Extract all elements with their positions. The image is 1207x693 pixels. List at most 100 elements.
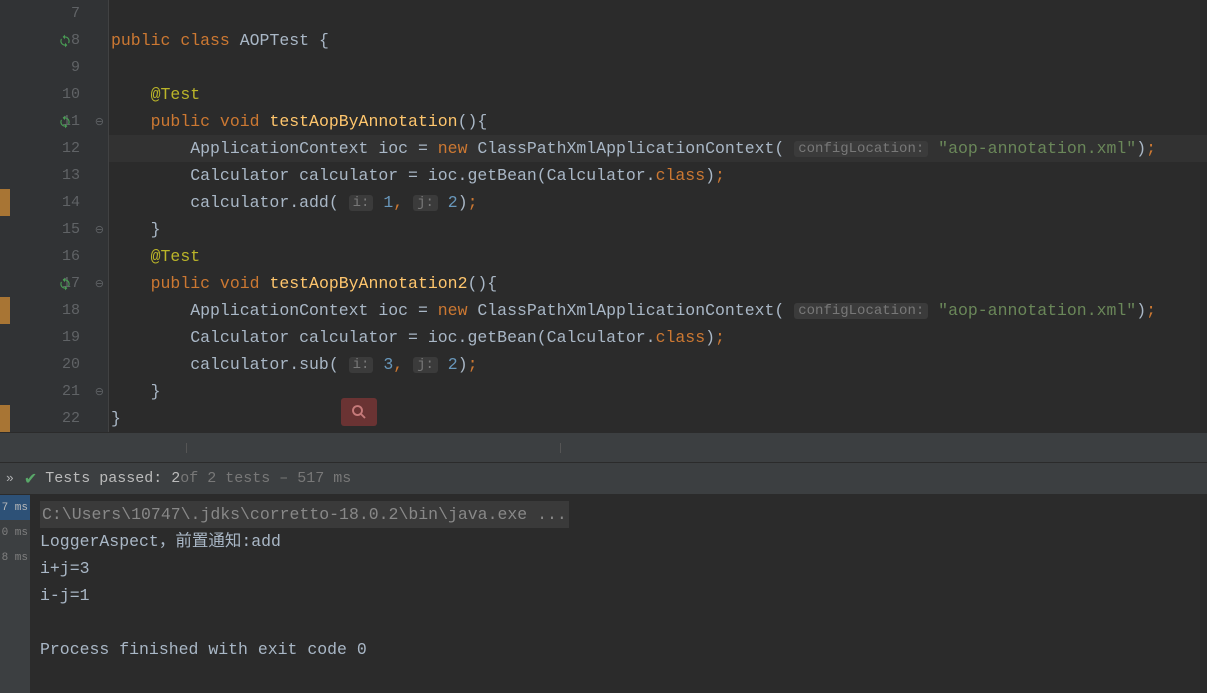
code-token: j: [413, 357, 438, 373]
code-token: ) [705, 166, 715, 185]
code-token: ; [468, 355, 478, 374]
search-icon[interactable] [341, 398, 377, 426]
code-line[interactable]: calculator.sub( i: 3, j: 2); [109, 351, 1207, 378]
code-token: class [656, 328, 706, 347]
code-token: public [151, 274, 220, 293]
console-cmd-line: C:\Users\10747\.jdks\corretto-18.0.2\bin… [40, 501, 1197, 528]
line-number: 15 [50, 221, 80, 238]
code-line[interactable]: Calculator calculator = ioc.getBean(Calc… [109, 162, 1207, 189]
gutter-row[interactable]: 20 [0, 351, 108, 378]
gutter-row[interactable]: 21⊖ [0, 378, 108, 405]
code-line[interactable]: } [109, 405, 1207, 432]
code-line[interactable]: } [109, 378, 1207, 405]
code-token: public [151, 112, 220, 131]
gutter-row[interactable]: 17⊖ [0, 270, 108, 297]
run-test-icon[interactable] [58, 34, 72, 48]
gutter-row[interactable]: 12 [0, 135, 108, 162]
code-token: calculator.add( [111, 193, 349, 212]
test-time-cell[interactable]: 7 ms [0, 495, 30, 520]
code-token: 2 [448, 193, 458, 212]
run-test-icon[interactable] [58, 277, 72, 291]
console-content[interactable]: C:\Users\10747\.jdks\corretto-18.0.2\bin… [30, 495, 1207, 693]
code-line[interactable] [109, 0, 1207, 27]
code-line[interactable]: ApplicationContext ioc = new ClassPathXm… [109, 297, 1207, 324]
code-token [403, 193, 413, 212]
code-token: AOPTest [240, 31, 319, 50]
code-line[interactable]: public class AOPTest { [109, 27, 1207, 54]
gutter-row[interactable]: 19 [0, 324, 108, 351]
error-strip-marker [0, 189, 10, 216]
line-number: 10 [50, 86, 80, 103]
gutter-row[interactable]: 15 ⊖ [0, 216, 108, 243]
code-token: configLocation: [794, 303, 928, 319]
fold-icon[interactable]: ⊖ [95, 277, 104, 291]
code-token: 2 [448, 355, 458, 374]
fold-icon[interactable]: ⊖ [95, 385, 104, 399]
code-token: i: [349, 195, 374, 211]
code-line[interactable] [109, 54, 1207, 81]
gutter-row[interactable]: 11⊖ [0, 108, 108, 135]
code-token: configLocation: [794, 141, 928, 157]
code-token: ApplicationContext ioc = [111, 139, 438, 158]
code-token: class [656, 166, 706, 185]
expand-icon[interactable]: » [6, 471, 14, 486]
gutter: 7 89 10 11⊖ 12 13 14 15 ⊖ 16 17⊖18 19 20 21⊖ 22 [0, 0, 109, 432]
code-line[interactable]: calculator.add( i: 1, j: 2); [109, 189, 1207, 216]
code-token: ClassPathXmlApplicationContext( [477, 301, 794, 320]
gutter-row[interactable]: 18 [0, 297, 108, 324]
test-time-cell[interactable]: 0 ms [0, 520, 30, 545]
code-token: ApplicationContext ioc = [111, 301, 438, 320]
gutter-row[interactable]: 10 [0, 81, 108, 108]
console-output-line: i-j=1 [40, 582, 1197, 609]
console-output-line [40, 609, 1197, 636]
code-line[interactable]: @Test [109, 81, 1207, 108]
code-token [373, 355, 383, 374]
code-token [111, 382, 151, 401]
code-token: "aop-annotation.xml" [938, 139, 1136, 158]
code-token [111, 274, 151, 293]
gutter-row[interactable]: 7 [0, 0, 108, 27]
code-token: 3 [383, 355, 393, 374]
code-token [111, 112, 151, 131]
test-time-cell[interactable]: 8 ms [0, 545, 30, 570]
code-area[interactable]: public class AOPTest { @Test public void… [109, 0, 1207, 432]
gutter-row[interactable]: 9 [0, 54, 108, 81]
code-token: public [111, 31, 180, 50]
gutter-row[interactable]: 13 [0, 162, 108, 189]
code-token [403, 355, 413, 374]
time-column: 7 ms0 ms8 ms [0, 495, 30, 693]
code-token: calculator.sub( [111, 355, 349, 374]
gutter-row[interactable]: 16 [0, 243, 108, 270]
console-output-line: Process finished with exit code 0 [40, 636, 1197, 663]
code-token: Calculator calculator = ioc.getBean(Calc… [111, 328, 656, 347]
code-token: (){ [458, 112, 488, 131]
code-line[interactable]: public void testAopByAnnotation2(){ [109, 270, 1207, 297]
code-token: void [220, 112, 270, 131]
code-token [111, 220, 151, 239]
run-test-icon[interactable] [58, 115, 72, 129]
gutter-row[interactable]: 22 [0, 405, 108, 432]
fold-icon[interactable]: ⊖ [95, 115, 104, 129]
code-token: j: [413, 195, 438, 211]
line-number: 7 [50, 5, 80, 22]
gutter-row[interactable]: 8 [0, 27, 108, 54]
line-number: 13 [50, 167, 80, 184]
fold-icon[interactable]: ⊖ [95, 223, 104, 237]
line-number: 16 [50, 248, 80, 265]
code-token: @Test [151, 247, 201, 266]
line-number: 19 [50, 329, 80, 346]
console-output-line: LoggerAspect，前置通知:add [40, 528, 1197, 555]
code-line[interactable]: Calculator calculator = ioc.getBean(Calc… [109, 324, 1207, 351]
code-line[interactable]: public void testAopByAnnotation(){ [109, 108, 1207, 135]
code-line[interactable]: } [109, 216, 1207, 243]
gutter-row[interactable]: 14 [0, 189, 108, 216]
horizontal-scrollbar[interactable] [0, 432, 1207, 462]
code-line[interactable]: ApplicationContext ioc = new ClassPathXm… [109, 135, 1207, 162]
line-number: 22 [50, 410, 80, 427]
code-token: ; [715, 166, 725, 185]
line-number: 12 [50, 140, 80, 157]
line-number: 20 [50, 356, 80, 373]
code-token: "aop-annotation.xml" [938, 301, 1136, 320]
code-token: testAopByAnnotation [269, 112, 457, 131]
code-line[interactable]: @Test [109, 243, 1207, 270]
